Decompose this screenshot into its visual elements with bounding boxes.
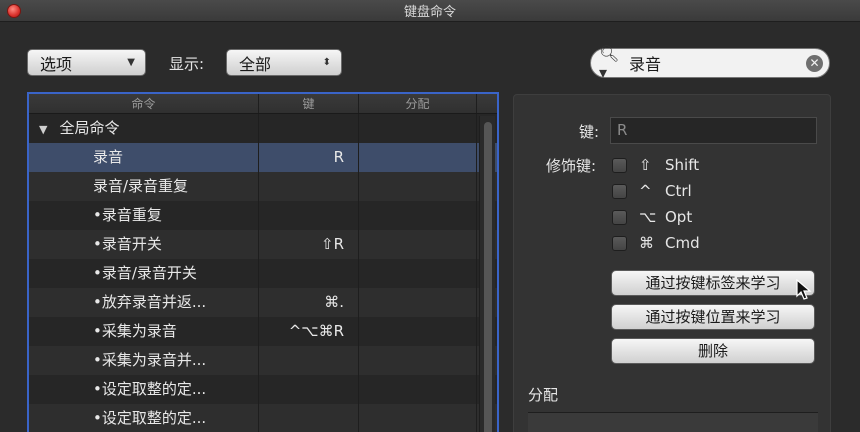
row-assign-cell (359, 230, 477, 259)
modifier-opt[interactable]: ⌥ Opt (612, 207, 692, 227)
delete-button[interactable]: 删除 (611, 338, 815, 364)
table-row[interactable]: •设定取整的定... (29, 404, 497, 432)
command-icon: ⌘ (639, 234, 654, 252)
close-window-button[interactable] (7, 4, 21, 18)
table-row[interactable]: 录音 R (29, 143, 497, 172)
row-assign-cell (359, 201, 477, 230)
option-icon: ⌥ (639, 208, 657, 226)
modifier-ctrl[interactable]: ^ Ctrl (612, 181, 692, 201)
table-row[interactable]: •录音/录音开关 (29, 259, 497, 288)
row-assign-cell (359, 346, 477, 375)
show-popup-value: 全部 (239, 54, 272, 74)
mouse-pointer-icon (796, 279, 812, 300)
row-name-cell: •采集为录音 (29, 317, 259, 346)
command-table[interactable]: 命令 键 分配 ▼ 全局命令 录音 R 录音/录音重复 •录音重复 •录音开关 ⇧… (27, 92, 499, 432)
row-name-cell: •设定取整的定... (29, 375, 259, 404)
assignment-section-label: 分配 (528, 386, 559, 404)
group-label: 全局命令 (59, 119, 120, 137)
row-assign-cell (359, 404, 477, 432)
row-key-cell: R (259, 143, 359, 172)
scrollbar-thumb[interactable] (484, 122, 492, 432)
table-row[interactable]: •录音重复 (29, 201, 497, 230)
search-icon[interactable]: 🔍︎▾ (599, 44, 625, 82)
row-assign-cell (359, 143, 477, 172)
window-title: 键盘命令 (403, 5, 456, 20)
search-field[interactable]: 🔍︎▾ 录音 ✕ (590, 44, 830, 82)
modifier-label: 修饰键: (546, 157, 597, 175)
shift-icon: ⇧ (639, 156, 652, 174)
row-key-cell: ⌘. (259, 288, 359, 317)
table-header: 命令 键 分配 (29, 94, 497, 114)
row-name-cell: •采集为录音并... (29, 346, 259, 375)
opt-checkbox[interactable] (612, 209, 627, 225)
cmd-checkbox[interactable] (612, 235, 627, 251)
row-name-cell: •放弃录音并返... (29, 288, 259, 317)
search-input-value[interactable]: 录音 (629, 51, 661, 75)
show-popup[interactable]: 全部 ⬍ (226, 49, 342, 76)
row-name-cell: ▼ 全局命令 (29, 114, 259, 143)
table-row[interactable]: •采集为录音 ^⌥⌘R (29, 317, 497, 346)
show-label: 显示: (169, 55, 205, 73)
table-row[interactable]: •设定取整的定... (29, 375, 497, 404)
shift-label: Shift (665, 156, 700, 174)
row-name-cell: 录音/录音重复 (29, 172, 259, 201)
row-key-cell: ^⌥⌘R (259, 317, 359, 346)
key-assignment-panel (513, 94, 831, 432)
vertical-scrollbar[interactable] (479, 116, 495, 432)
table-row[interactable]: •放弃录音并返... ⌘. (29, 288, 497, 317)
row-assign-cell (359, 288, 477, 317)
cmd-label: Cmd (665, 234, 700, 252)
learn-by-key-label-button[interactable]: 通过按键标签来学习 (611, 270, 815, 296)
row-name-cell: •录音开关 (29, 230, 259, 259)
options-popup[interactable]: 选项 ▼ (27, 49, 146, 76)
ctrl-icon: ^ (639, 182, 652, 200)
table-row[interactable]: •采集为录音并... (29, 346, 497, 375)
row-key-cell (259, 172, 359, 201)
table-row[interactable]: •录音开关 ⇧R (29, 230, 497, 259)
row-assign-cell (359, 172, 477, 201)
ctrl-label: Ctrl (665, 182, 692, 200)
clear-search-icon[interactable]: ✕ (806, 55, 823, 72)
row-key-cell (259, 259, 359, 288)
row-key-cell (259, 346, 359, 375)
key-field[interactable]: R (610, 117, 817, 144)
column-header-command[interactable]: 命令 (29, 94, 259, 113)
row-assign-cell (359, 375, 477, 404)
table-row-group[interactable]: ▼ 全局命令 (29, 114, 497, 143)
row-name-cell: •录音重复 (29, 201, 259, 230)
opt-label: Opt (665, 208, 693, 226)
row-key-cell (259, 375, 359, 404)
learn-by-key-position-button[interactable]: 通过按键位置来学习 (611, 304, 815, 330)
updown-arrows-icon: ⬍ (322, 57, 331, 68)
column-header-assignment[interactable]: 分配 (359, 94, 477, 113)
modifier-shift[interactable]: ⇧ Shift (612, 155, 699, 175)
row-name-cell: •录音/录音开关 (29, 259, 259, 288)
table-row[interactable]: 录音/录音重复 (29, 172, 497, 201)
row-assign-cell (359, 317, 477, 346)
ctrl-checkbox[interactable] (612, 183, 627, 199)
row-assign-cell (359, 114, 477, 143)
row-key-cell (259, 404, 359, 432)
row-name-cell: •设定取整的定... (29, 404, 259, 432)
key-label: 键: (579, 123, 600, 141)
popup-arrow-icon: ▼ (127, 57, 135, 68)
column-header-key[interactable]: 键 (259, 94, 359, 113)
title-bar: 键盘命令 (0, 0, 860, 22)
shift-checkbox[interactable] (612, 157, 627, 173)
disclosure-triangle-icon[interactable]: ▼ (39, 123, 47, 136)
row-key-cell (259, 114, 359, 143)
assignment-list[interactable] (528, 412, 818, 432)
row-key-cell (259, 201, 359, 230)
row-key-cell: ⇧R (259, 230, 359, 259)
modifier-cmd[interactable]: ⌘ Cmd (612, 233, 700, 253)
options-popup-label: 选项 (40, 54, 73, 74)
row-assign-cell (359, 259, 477, 288)
row-name-cell: 录音 (29, 143, 259, 172)
